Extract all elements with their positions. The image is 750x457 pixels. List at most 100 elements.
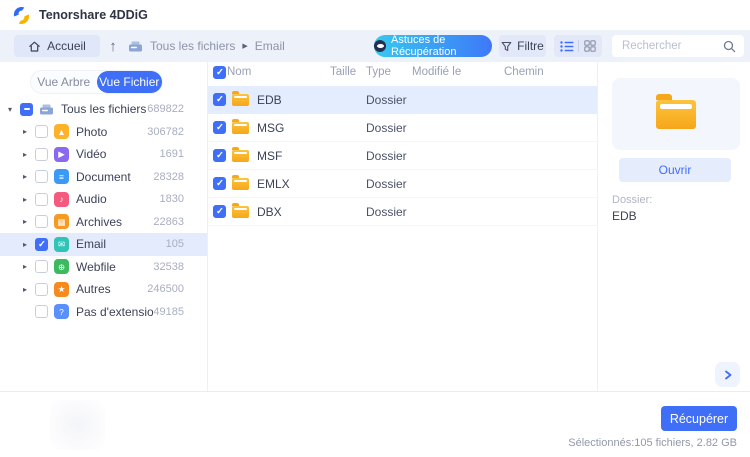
column-header-nom[interactable]: Nom xyxy=(227,66,251,78)
column-header-type[interactable]: Type xyxy=(366,66,391,78)
file-name: MSG xyxy=(257,121,284,135)
sidebar-item-label: Webfile xyxy=(76,260,153,274)
sidebar-item-label: Tous les fichiers xyxy=(61,102,147,116)
checkbox-photo[interactable] xyxy=(35,125,48,138)
breadcrumb-separator-icon: ▶ xyxy=(242,42,247,50)
expander-icon[interactable]: ▸ xyxy=(23,127,35,136)
open-button[interactable]: Ouvrir xyxy=(619,158,731,182)
table-row-dbx[interactable]: DBX Dossier xyxy=(208,198,597,226)
title-bar: Tenorshare 4DDiG xyxy=(0,0,750,30)
breadcrumb-current[interactable]: Email xyxy=(255,39,285,53)
app-logo-icon xyxy=(12,6,31,25)
sidebar-item-label: Vidéo xyxy=(76,147,160,161)
checkbox-email[interactable] xyxy=(35,238,48,251)
sidebar-item-vid-o[interactable]: ▸▶Vidéo1691 xyxy=(0,143,207,166)
tab-vue-arbre[interactable]: Vue Arbre xyxy=(31,71,97,93)
sidebar-item-label: Photo xyxy=(76,125,147,139)
table-row-emlx[interactable]: EMLXDossier xyxy=(208,170,597,198)
expander-icon[interactable]: ▸ xyxy=(23,217,35,226)
next-button[interactable] xyxy=(715,362,740,387)
expander-icon[interactable]: ▾ xyxy=(8,105,20,114)
checkbox-tous-les-fichiers[interactable] xyxy=(20,103,33,116)
checkbox-archives[interactable] xyxy=(35,215,48,228)
recover-button[interactable]: Récupérer xyxy=(661,406,737,431)
sidebar-item-document[interactable]: ▸≡Document28328 xyxy=(0,166,207,189)
sidebar-item-photo[interactable]: ▸▲Photo306782 xyxy=(0,121,207,144)
search-input[interactable] xyxy=(620,39,723,53)
item-count: 49185 xyxy=(153,306,184,318)
checkbox-vid-o[interactable] xyxy=(35,148,48,161)
sidebar-item-label: Autres xyxy=(76,282,147,296)
checkbox-pas-d-extension[interactable] xyxy=(35,305,48,318)
checkbox-webfile[interactable] xyxy=(35,260,48,273)
checkbox-audio[interactable] xyxy=(35,193,48,206)
sidebar-item-pas-d-extension[interactable]: ?Pas d'extension49185 xyxy=(0,301,207,324)
preview-panel: Ouvrir Dossier: EDB xyxy=(599,62,750,391)
sidebar-item-email[interactable]: ▸✉Email105 xyxy=(0,233,207,256)
recovery-tips-label: Astuces de Récupération xyxy=(391,34,492,58)
toolbar: Accueil ↑ Tous les fichiers ▶ Email Astu… xyxy=(0,30,750,62)
column-header-modifi-le[interactable]: Modifié le xyxy=(412,66,461,78)
checkbox-autres[interactable] xyxy=(35,283,48,296)
sidebar-item-autres[interactable]: ▸★Autres246500 xyxy=(0,278,207,301)
video-icon: ▶ xyxy=(54,147,69,162)
filter-button[interactable]: Filtre xyxy=(499,35,546,57)
tab-vue-fichier[interactable]: Vue Fichier xyxy=(97,71,163,93)
file-name: EMLX xyxy=(257,177,290,191)
column-header-taille[interactable]: Taille xyxy=(330,66,356,78)
sidebar-item-webfile[interactable]: ▸⊕Webfile32538 xyxy=(0,256,207,279)
app-title: Tenorshare 4DDiG xyxy=(39,8,148,22)
list-view-button[interactable] xyxy=(556,35,578,57)
expander-icon[interactable]: ▸ xyxy=(23,262,35,271)
search-box xyxy=(612,35,744,57)
table-row-msf[interactable]: MSFDossier xyxy=(208,142,597,170)
table-row-edb[interactable]: EDBDossier xyxy=(208,86,597,114)
preview-thumbnail xyxy=(612,78,740,150)
list-view-icon xyxy=(560,41,574,52)
checkbox-document[interactable] xyxy=(35,170,48,183)
chevron-right-icon xyxy=(723,370,733,380)
preview-meta-value: EDB xyxy=(612,209,637,223)
eye-icon xyxy=(374,40,386,52)
view-toggle xyxy=(554,35,602,57)
question-icon: ? xyxy=(54,304,69,319)
folder-icon xyxy=(656,100,696,129)
row-checkbox[interactable] xyxy=(213,205,226,218)
file-type: Dossier xyxy=(366,93,407,107)
folder-icon xyxy=(232,94,249,106)
row-checkbox[interactable] xyxy=(213,121,226,134)
row-checkbox[interactable] xyxy=(213,149,226,162)
column-header-chemin[interactable]: Chemin xyxy=(504,66,544,78)
view-tabs: Vue Arbre Vue Fichier xyxy=(30,70,163,94)
sidebar: Vue Arbre Vue Fichier ▾ Tous les fichiers… xyxy=(0,62,208,391)
sidebar-item-audio[interactable]: ▸♪Audio1830 xyxy=(0,188,207,211)
file-name: DBX xyxy=(257,205,282,219)
expander-icon[interactable]: ▸ xyxy=(23,240,35,249)
email-icon: ✉ xyxy=(54,237,69,252)
item-count: 28328 xyxy=(153,171,184,183)
sidebar-item-tous-les-fichiers[interactable]: ▾Tous les fichiers689822 xyxy=(0,98,207,121)
row-checkbox[interactable] xyxy=(213,93,226,106)
expander-icon[interactable]: ▸ xyxy=(23,150,35,159)
grid-view-icon xyxy=(584,40,596,52)
breadcrumb-root[interactable]: Tous les fichiers xyxy=(150,39,235,53)
drive-icon xyxy=(128,40,143,53)
sidebar-item-label: Archives xyxy=(76,215,153,229)
recovery-tips-button[interactable]: Astuces de Récupération xyxy=(374,35,492,57)
expander-icon[interactable]: ▸ xyxy=(23,285,35,294)
select-all-checkbox[interactable] xyxy=(213,66,226,79)
sidebar-item-archives[interactable]: ▸▦Archives22863 xyxy=(0,211,207,234)
go-up-button[interactable]: ↑ xyxy=(102,35,124,57)
file-type: Dossier xyxy=(366,205,407,219)
table-header: Nom Taille Type Modifié le Chemin xyxy=(208,62,597,85)
row-checkbox[interactable] xyxy=(213,177,226,190)
table-row-msg[interactable]: MSGDossier xyxy=(208,114,597,142)
expander-icon[interactable]: ▸ xyxy=(23,195,35,204)
expander-icon[interactable]: ▸ xyxy=(23,172,35,181)
search-icon[interactable] xyxy=(723,40,736,53)
app-window: Tenorshare 4DDiG Accueil ↑ Tous les fich… xyxy=(0,0,750,457)
home-icon xyxy=(28,40,41,53)
home-button[interactable]: Accueil xyxy=(14,35,100,57)
folder-icon xyxy=(232,178,249,190)
grid-view-button[interactable] xyxy=(579,35,601,57)
